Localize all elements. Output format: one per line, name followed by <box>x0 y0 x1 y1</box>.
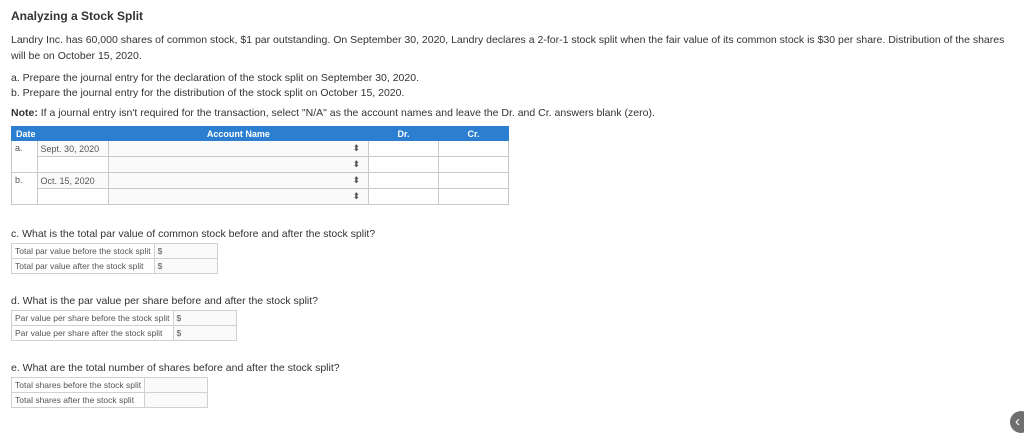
select-arrows-icon: ⬍ <box>352 159 360 169</box>
note-text: If a journal entry isn't required for th… <box>37 107 655 119</box>
header-date: Date <box>11 126 109 141</box>
shares-after-input[interactable] <box>144 392 209 408</box>
part-b-instruction: b. Prepare the journal entry for the dis… <box>11 87 405 99</box>
shares-before-input[interactable] <box>144 377 209 393</box>
page-title: Analyzing a Stock Split <box>11 9 144 23</box>
select-arrows-icon: ⬍ <box>352 175 360 185</box>
entry-letter-b: b. <box>11 172 38 205</box>
table-d-row1: Par value per share before the stock spl… <box>11 310 237 326</box>
par-per-share-before-label: Par value per share before the stock spl… <box>11 310 174 326</box>
currency-sign: $ <box>157 246 163 256</box>
cr-input-b2[interactable] <box>437 188 510 205</box>
journal-row-b2: ⬍ <box>12 188 510 205</box>
currency-sign: $ <box>157 261 163 271</box>
note-label: Note: <box>11 107 38 119</box>
journal-header-row: Date Account Name Dr. Cr. <box>11 126 510 141</box>
entry-letter-a: a. <box>11 140 38 173</box>
shares-after-label: Total shares after the stock split <box>10 392 146 408</box>
header-cr: Cr. <box>437 126 510 141</box>
table-c-row2: Total par value after the stock split $ <box>11 258 218 274</box>
part-a-instruction: a. Prepare the journal entry for the dec… <box>11 72 419 84</box>
cr-input-a2[interactable] <box>437 156 510 173</box>
date-field-b[interactable]: Oct. 15, 2020 <box>36 172 109 189</box>
problem-intro: Landry Inc. has 60,000 shares of common … <box>11 34 1005 62</box>
table-e-row1: Total shares before the stock split <box>10 377 209 393</box>
account-select-b2[interactable]: ⬍ <box>107 188 369 205</box>
par-per-share-after-input[interactable]: $ <box>172 325 237 341</box>
account-select-b1[interactable]: ⬍ <box>107 172 369 189</box>
journal-entry-table: Date Account Name Dr. Cr. a. Sept. 30, 2… <box>11 126 510 205</box>
dr-input-a1[interactable] <box>367 140 439 157</box>
cr-input-b1[interactable] <box>437 172 510 189</box>
par-after-label: Total par value after the stock split <box>11 258 155 274</box>
table-d: Par value per share before the stock spl… <box>11 310 237 341</box>
select-arrows-icon: ⬍ <box>352 143 360 153</box>
date-field-a[interactable]: Sept. 30, 2020 <box>36 140 109 157</box>
question-e: e. What are the total number of shares b… <box>11 362 340 374</box>
cr-input-a1[interactable] <box>437 140 510 157</box>
chevron-left-icon[interactable]: ‹ <box>1010 411 1024 433</box>
shares-before-label: Total shares before the stock split <box>10 377 146 393</box>
table-d-row2: Par value per share after the stock spli… <box>11 325 237 341</box>
account-select-a1[interactable]: ⬍ <box>107 140 369 157</box>
parts-list: a. Prepare the journal entry for the dec… <box>11 71 1011 101</box>
journal-row-a2: ⬍ <box>12 156 510 173</box>
question-d: d. What is the par value per share befor… <box>11 295 319 307</box>
par-per-share-before-input[interactable]: $ <box>172 310 237 326</box>
table-e-row2: Total shares after the stock split <box>10 392 209 408</box>
header-account: Account Name <box>107 126 369 141</box>
account-select-a2[interactable]: ⬍ <box>107 156 369 173</box>
par-per-share-after-label: Par value per share after the stock spli… <box>11 325 174 341</box>
date-blank-a2 <box>36 156 109 173</box>
table-c: Total par value before the stock split $… <box>11 243 218 274</box>
dr-input-b1[interactable] <box>367 172 439 189</box>
header-dr: Dr. <box>367 126 439 141</box>
par-before-label: Total par value before the stock split <box>11 243 155 259</box>
dr-input-a2[interactable] <box>367 156 439 173</box>
date-blank-b2 <box>36 188 109 205</box>
select-arrows-icon: ⬍ <box>352 191 360 201</box>
dr-input-b2[interactable] <box>367 188 439 205</box>
problem-page: Analyzing a Stock Split Landry Inc. has … <box>10 9 1011 408</box>
currency-sign: $ <box>176 313 182 323</box>
journal-row-a1: a. Sept. 30, 2020 ⬍ <box>11 140 510 173</box>
currency-sign: $ <box>176 328 182 338</box>
par-after-input[interactable]: $ <box>153 258 218 274</box>
journal-row-b1: b. Oct. 15, 2020 ⬍ <box>11 172 510 205</box>
note: Note: If a journal entry isn't required … <box>11 106 1011 121</box>
table-e: Total shares before the stock split Tota… <box>10 377 209 408</box>
question-c: c. What is the total par value of common… <box>11 228 376 240</box>
par-before-input[interactable]: $ <box>153 243 218 259</box>
table-c-row1: Total par value before the stock split $ <box>11 243 218 259</box>
